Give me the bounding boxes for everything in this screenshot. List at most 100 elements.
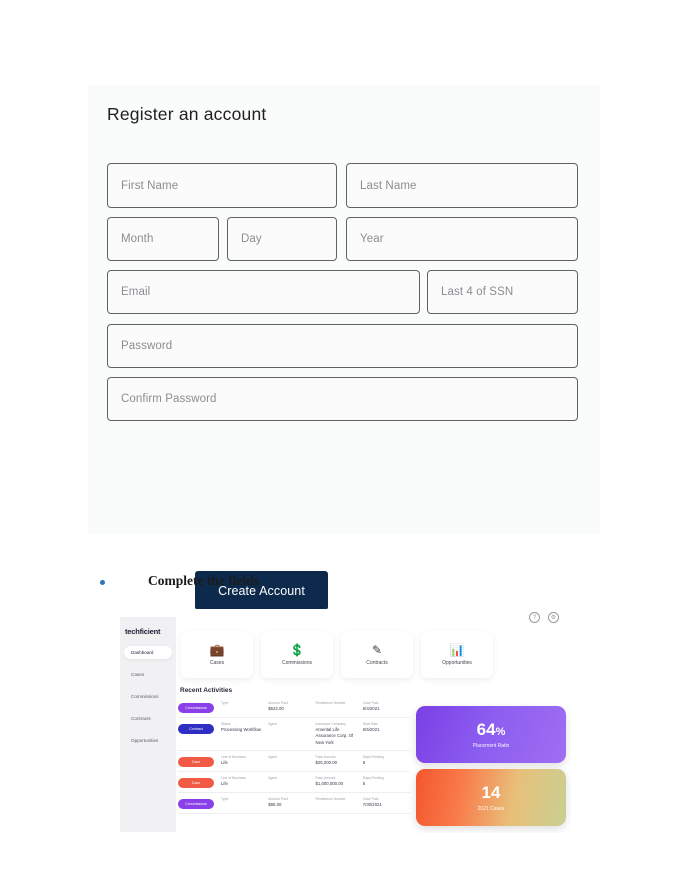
table-row[interactable]: Commissions Type Amount Paid $85.00 Remittan…: [178, 793, 410, 814]
table-cell: Agent: [268, 776, 315, 781]
table-row[interactable]: Contract Status Processing Workflow Agent In…: [178, 718, 410, 751]
instruction-text: Complete the fields: [148, 573, 259, 588]
table-cell: Status Processing Workflow: [221, 722, 268, 733]
table-row[interactable]: Case Line of Business Life Agent Face Amount…: [178, 751, 410, 772]
table-cell: Face Amount $25,000.00: [316, 755, 363, 766]
recent-activities-title: Recent Activities: [180, 687, 233, 694]
table-cell: Insurance Company Amerital Life Assurance…: [316, 722, 363, 746]
metric-value: 64%: [477, 721, 506, 738]
cell-value: Life: [221, 780, 228, 786]
year-field[interactable]: Year: [346, 217, 578, 261]
metric-number: 64: [476, 719, 496, 739]
table-row[interactable]: Case Line of Business Life Agent Face Amount…: [178, 772, 410, 793]
cell-key: Agent: [268, 754, 278, 759]
last-name-placeholder: Last Name: [360, 179, 417, 192]
table-cell: Days Pending 5: [363, 776, 410, 787]
cell-key: Type: [221, 701, 229, 705]
email-field[interactable]: Email: [107, 270, 420, 314]
metric-card-placement-ratio[interactable]: 64% Placement Ratio: [416, 706, 566, 763]
sidebar-item-commissions[interactable]: Commissions: [124, 690, 172, 703]
table-cell: Days Pending 5: [363, 755, 410, 766]
password-field[interactable]: Password: [107, 324, 578, 368]
table-cell: Line of Business Life: [221, 755, 268, 766]
cell-value: $622.00: [268, 706, 284, 712]
chart-door-icon: 📊: [449, 642, 465, 657]
stat-card-contracts[interactable]: ✎ Contracts: [341, 631, 413, 678]
cell-value: $25,000.00: [315, 759, 338, 765]
cell-value: $1,000,000.00: [315, 780, 343, 786]
table-cell: Start Date 6/5/2021: [363, 722, 410, 733]
dashboard-sidebar: techficient Dashboard Cases Commissions Con…: [120, 617, 176, 832]
stat-card-opportunities[interactable]: 📊 Opportunities: [421, 631, 493, 678]
table-cell: Agent: [268, 755, 315, 760]
metric-card-2021-cases[interactable]: 14 2021 Cases: [416, 769, 566, 826]
day-placeholder: Day: [241, 233, 262, 245]
help-icon[interactable]: ?: [529, 612, 540, 623]
settings-icon[interactable]: ⚙: [548, 612, 559, 623]
stat-card-label: Contracts: [366, 659, 388, 666]
table-cell: Amount Paid $85.00: [268, 797, 315, 808]
dashboard-top-icons: ? ⚙: [529, 612, 559, 623]
table-cell: Amount Paid $622.00: [268, 701, 315, 712]
month-field[interactable]: Month: [107, 217, 219, 261]
table-cell: Case Paid 6/4/2021: [363, 701, 410, 712]
table-cell: Line of Business Life: [221, 776, 268, 787]
sidebar-item-opportunities[interactable]: Opportunities: [124, 734, 172, 747]
metric-value: 14: [482, 784, 501, 801]
table-cell: Remittance Number: [316, 797, 363, 802]
cell-value: 5: [362, 759, 366, 765]
confirm-password-field[interactable]: Confirm Password: [107, 377, 578, 421]
table-cell: Type: [221, 797, 268, 802]
registration-card: Register an account First Name Last Name M…: [88, 85, 600, 610]
last-4-ssn-placeholder: Last 4 of SSN: [441, 286, 514, 298]
status-badge: Case: [178, 777, 214, 788]
first-name-placeholder: First Name: [121, 179, 179, 192]
email-placeholder: Email: [121, 286, 151, 298]
last-4-ssn-field[interactable]: Last 4 of SSN: [427, 270, 578, 314]
cell-value: 5: [362, 780, 366, 786]
table-cell: Face Amount $1,000,000.00: [316, 776, 363, 787]
confirm-password-placeholder: Confirm Password: [121, 393, 217, 405]
metric-number: 14: [481, 782, 501, 802]
stat-card-cases[interactable]: 💼 Cases: [181, 631, 253, 678]
cell-key: Agent: [268, 775, 278, 780]
password-placeholder: Password: [121, 340, 173, 352]
last-name-field[interactable]: Last Name: [346, 163, 578, 208]
cell-key: Type: [221, 796, 229, 801]
status-badge: Case: [178, 756, 214, 767]
pen-signature-icon: ✎: [371, 642, 383, 657]
cell-value: Processing Workflow: [221, 727, 262, 733]
sidebar-item-dashboard[interactable]: Dashboard: [124, 646, 172, 659]
stat-card-label: Cases: [209, 659, 225, 666]
metric-label: 2021 Cases: [477, 805, 505, 812]
status-badge: Contract: [178, 724, 214, 734]
cell-key: Remittance Number: [315, 701, 346, 705]
stat-card-commissions[interactable]: 💲 Commissions: [261, 631, 333, 678]
table-cell: Case Paid 7/30/2021: [363, 797, 410, 808]
cell-key: Remittance Number: [315, 796, 346, 801]
table-row[interactable]: Commissions Type Amount Paid $622.00 Remitta…: [178, 697, 410, 718]
cell-value: Amerital Life Assurance Corp. Of New Yor…: [315, 727, 354, 745]
month-placeholder: Month: [121, 233, 154, 245]
dashboard-screenshot: ? ⚙ techficient Dashboard Cases Commissions…: [119, 609, 571, 833]
year-placeholder: Year: [360, 233, 384, 245]
cell-value: 7/30/2021: [362, 801, 382, 807]
status-badge: Commissions: [178, 798, 214, 809]
instruction-bullet-row: Complete the fields: [96, 573, 596, 595]
page-title: Register an account: [107, 104, 267, 124]
day-field[interactable]: Day: [227, 217, 337, 261]
table-cell: Agent: [268, 722, 315, 727]
table-cell: Remittance Number: [316, 701, 363, 706]
metric-label: Placement Ratio: [472, 742, 510, 749]
cell-value: 6/5/2021: [362, 727, 380, 733]
cell-value: 6/4/2021: [362, 706, 380, 712]
stat-card-label: Opportunities: [442, 659, 472, 666]
table-cell: Type: [221, 701, 268, 706]
sidebar-item-cases[interactable]: Cases: [124, 668, 172, 681]
bullet-dot-icon: [100, 580, 105, 585]
sidebar-item-contracts[interactable]: Contracts: [124, 712, 172, 725]
cell-value: $85.00: [268, 801, 282, 807]
cell-value: Life: [221, 759, 228, 765]
first-name-field[interactable]: First Name: [107, 163, 337, 208]
recent-activities-table: Commissions Type Amount Paid $622.00 Remitta…: [178, 697, 410, 814]
